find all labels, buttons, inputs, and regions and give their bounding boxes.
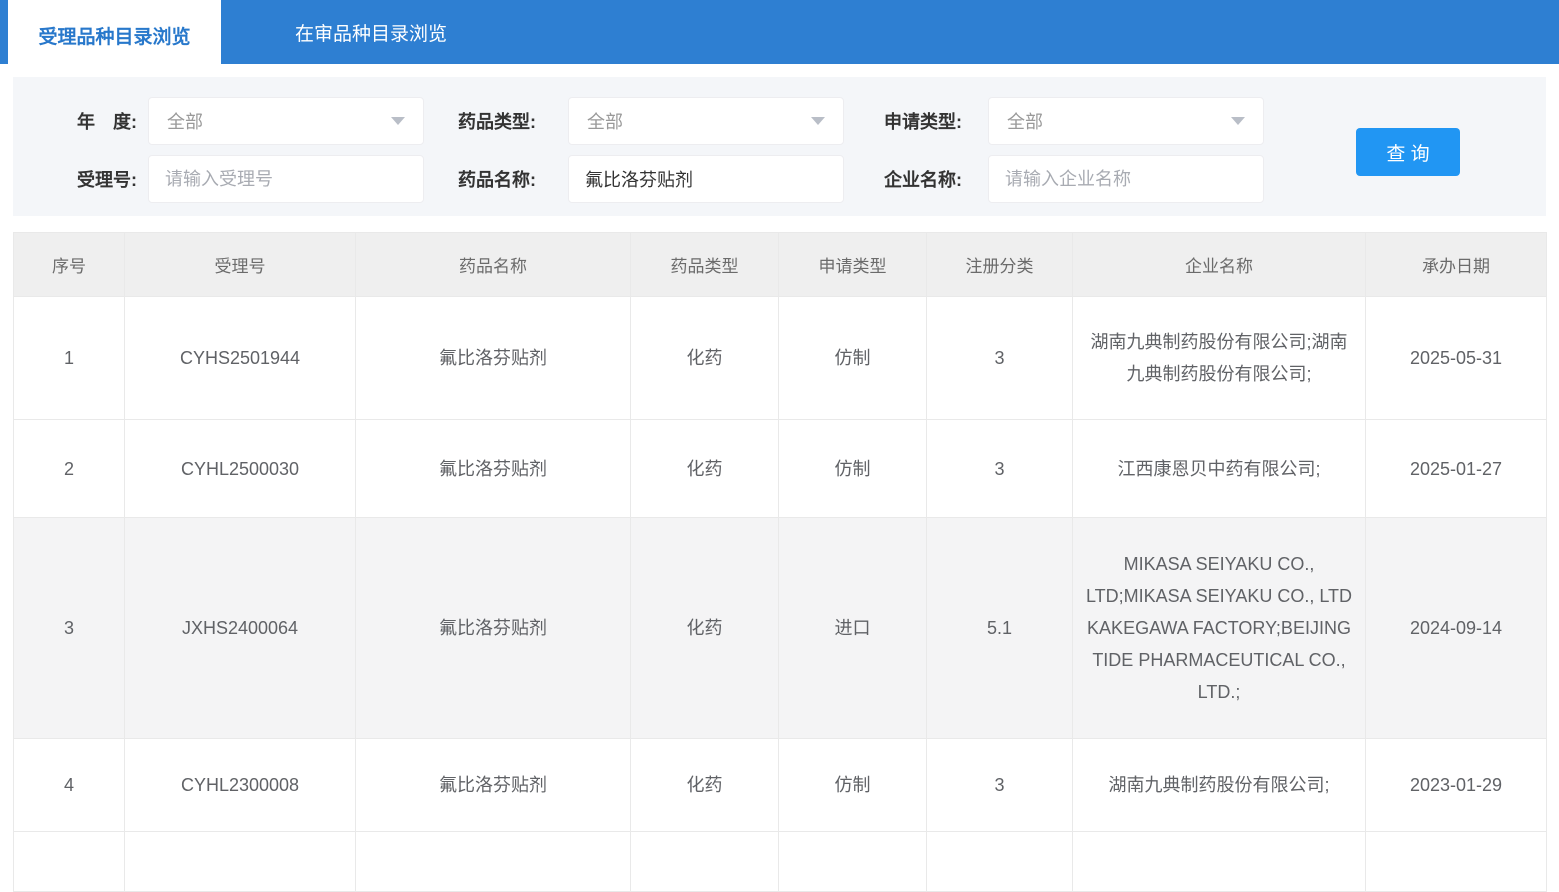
cell-reg-class: 5.1	[926, 517, 1073, 739]
cell-date: 2025-05-31	[1365, 296, 1547, 420]
drug-type-select-value: 全部	[587, 112, 623, 132]
cell-company: 江西康恩贝中药有限公司;	[1072, 419, 1366, 518]
cell-drug-name: 氟比洛芬贴剂	[355, 517, 631, 739]
tab-bar: 受理品种目录浏览 在审品种目录浏览	[0, 0, 1559, 78]
cell-drug-type: 化药	[630, 517, 779, 739]
cell-acceptance-no: JXHS2400064	[124, 517, 356, 739]
filter-panel: 年 度: 全部 药品类型: 全部 申请类型: 全部 受理号: 药品名称: 企业名…	[13, 77, 1546, 216]
apply-type-select-value: 全部	[1007, 112, 1043, 132]
cell-apply-type: 仿制	[778, 419, 927, 518]
table-row: 3 JXHS2400064 氟比洛芬贴剂 化药 进口 5.1 MIKASA SE…	[13, 517, 1547, 739]
filter-row-2: 受理号: 药品名称: 企业名称:	[13, 155, 1264, 203]
chevron-down-icon	[811, 117, 825, 125]
drug-type-label: 药品类型:	[458, 112, 536, 132]
chevron-down-icon	[1231, 117, 1245, 125]
cell-company: 湖南九典制药股份有限公司;湖南九典制药股份有限公司;	[1072, 296, 1366, 420]
year-select-value: 全部	[167, 112, 203, 132]
table-row: 1 CYHS2501944 氟比洛芬贴剂 化药 仿制 3 湖南九典制药股份有限公…	[13, 296, 1547, 420]
cell-drug-type: 化药	[630, 738, 779, 832]
cell-date: 2025-01-27	[1365, 419, 1547, 518]
cell-no: 4	[13, 738, 125, 832]
acceptance-no-label: 受理号:	[77, 170, 137, 190]
cell-apply-type: 进口	[778, 517, 927, 739]
cell-company: 湖南九典制药股份有限公司;	[1072, 738, 1366, 832]
cell-no: 3	[13, 517, 125, 739]
cell-acceptance-no: CYHS2501944	[124, 296, 356, 420]
cell-acceptance-no: CYHL2500030	[124, 419, 356, 518]
company-name-input[interactable]	[988, 155, 1264, 203]
cell-company: MIKASA SEIYAKU CO., LTD;MIKASA SEIYAKU C…	[1072, 517, 1366, 739]
cell-reg-class: 3	[926, 419, 1073, 518]
cell-acceptance-no: CYHL2300008	[124, 738, 356, 832]
cell-reg-class: 3	[926, 738, 1073, 832]
cell-date: 2024-09-14	[1365, 517, 1547, 739]
cell-no: 2	[13, 419, 125, 518]
header-apply-type: 申请类型	[778, 232, 927, 297]
apply-type-select[interactable]: 全部	[988, 97, 1264, 145]
apply-type-label: 申请类型:	[884, 112, 962, 132]
table-row: 4 CYHL2300008 氟比洛芬贴剂 化药 仿制 3 湖南九典制药股份有限公…	[13, 738, 1547, 832]
table-header-row: 序号 受理号 药品名称 药品类型 申请类型 注册分类 企业名称 承办日期	[13, 232, 1547, 297]
header-acceptance-no: 受理号	[124, 232, 356, 297]
cell-drug-name: 氟比洛芬贴剂	[355, 419, 631, 518]
tab-accepted-catalog-label: 受理品种目录浏览	[38, 27, 191, 48]
header-no: 序号	[13, 232, 125, 297]
cell-reg-class: 3	[926, 296, 1073, 420]
header-company: 企业名称	[1072, 232, 1366, 297]
tab-under-review-catalog-label: 在审品种目录浏览	[294, 23, 447, 45]
cell-drug-type: 化药	[630, 296, 779, 420]
table-row-partial	[13, 831, 1547, 892]
results-table: 序号 受理号 药品名称 药品类型 申请类型 注册分类 企业名称 承办日期 1 C…	[13, 232, 1547, 892]
acceptance-no-input[interactable]	[148, 155, 424, 203]
cell-apply-type: 仿制	[778, 296, 927, 420]
cell-date: 2023-01-29	[1365, 738, 1547, 832]
cell-drug-name: 氟比洛芬贴剂	[355, 296, 631, 420]
chevron-down-icon	[391, 117, 405, 125]
drug-name-input[interactable]	[568, 155, 844, 203]
tab-accepted-catalog[interactable]: 受理品种目录浏览	[8, 0, 221, 78]
filter-row-1: 年 度: 全部 药品类型: 全部 申请类型: 全部	[13, 97, 1264, 145]
search-button[interactable]: 查 询	[1356, 128, 1460, 176]
year-select[interactable]: 全部	[148, 97, 424, 145]
cell-drug-type: 化药	[630, 419, 779, 518]
cell-drug-name: 氟比洛芬贴剂	[355, 738, 631, 832]
table-row: 2 CYHL2500030 氟比洛芬贴剂 化药 仿制 3 江西康恩贝中药有限公司…	[13, 419, 1547, 518]
drug-type-select[interactable]: 全部	[568, 97, 844, 145]
cell-apply-type: 仿制	[778, 738, 927, 832]
company-name-label: 企业名称:	[884, 170, 962, 190]
cell-no: 1	[13, 296, 125, 420]
tab-under-review-catalog[interactable]: 在审品种目录浏览	[221, 0, 521, 64]
year-label: 年 度:	[77, 112, 137, 132]
header-drug-name: 药品名称	[355, 232, 631, 297]
header-date: 承办日期	[1365, 232, 1547, 297]
header-reg-class: 注册分类	[926, 232, 1073, 297]
drug-name-label: 药品名称:	[458, 170, 536, 190]
header-drug-type: 药品类型	[630, 232, 779, 297]
